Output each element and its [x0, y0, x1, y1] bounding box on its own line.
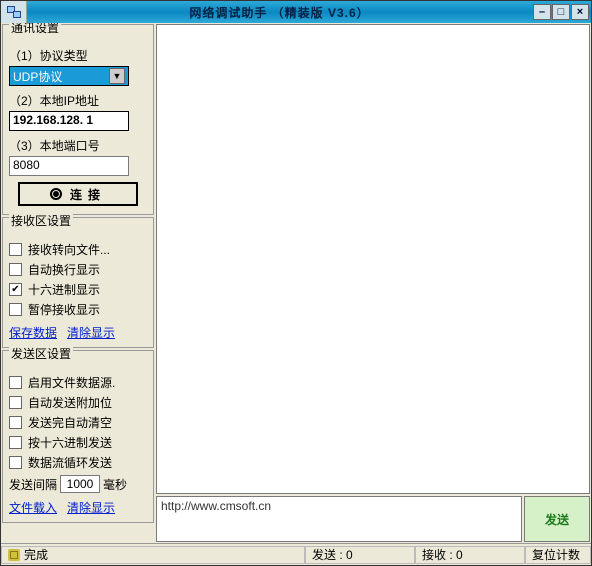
recv-pause-checkbox[interactable]: [9, 303, 22, 316]
send-filesrc-label: 启用文件数据源.: [28, 374, 115, 391]
recv-hex-checkbox[interactable]: ✔: [9, 283, 22, 296]
recv-settings-group: 接收区设置 接收转向文件... 自动换行显示 ✔十六进制显示 暂停接收显示 保存…: [2, 217, 154, 348]
app-icon-box: [1, 1, 27, 23]
recv-hex-label: 十六进制显示: [28, 281, 100, 298]
status-send-seg: 发送 : 0: [305, 546, 415, 564]
send-autoappend-label: 自动发送附加位: [28, 394, 112, 411]
status-recv-seg: 接收 : 0: [415, 546, 525, 564]
recv-tofile-label: 接收转向文件...: [28, 241, 110, 258]
status-reset-button[interactable]: 复位计数: [525, 546, 591, 564]
minimize-button[interactable]: –: [533, 4, 551, 20]
recv-save-link[interactable]: 保存数据: [9, 326, 57, 340]
title-bar[interactable]: 网络调试助手 （精装版 V3.6） – □ ×: [1, 1, 591, 23]
send-clear-link[interactable]: 清除显示: [67, 501, 115, 515]
send-hex-checkbox[interactable]: [9, 436, 22, 449]
send-loadfile-link[interactable]: 文件载入: [9, 501, 57, 515]
send-button[interactable]: 发送: [524, 496, 590, 542]
recv-textarea[interactable]: [156, 24, 590, 494]
interval-suffix: 毫秒: [103, 476, 127, 493]
comm-group-title: 通讯设置: [9, 23, 61, 36]
network-icon: [7, 6, 21, 18]
send-hex-label: 按十六进制发送: [28, 434, 112, 451]
record-icon: [50, 188, 62, 200]
send-loop-label: 数据流循环发送: [28, 454, 112, 471]
protocol-label: （1）协议类型: [9, 47, 147, 64]
connect-button[interactable]: 连接: [18, 182, 138, 206]
left-panel: 通讯设置 （1）协议类型 UDP协议 ▼ （2）本地IP地址 192.168.1…: [2, 24, 154, 542]
protocol-value: UDP协议: [13, 68, 109, 85]
status-ready-seg: 完成: [1, 546, 305, 564]
ip-label: （2）本地IP地址: [9, 92, 147, 109]
send-autoappend-checkbox[interactable]: [9, 396, 22, 409]
send-autoclear-checkbox[interactable]: [9, 416, 22, 429]
recv-clear-link[interactable]: 清除显示: [67, 326, 115, 340]
interval-input[interactable]: [60, 475, 100, 493]
send-autoclear-label: 发送完自动清空: [28, 414, 112, 431]
status-ready: 完成: [24, 546, 48, 563]
recv-autowrap-checkbox[interactable]: [9, 263, 22, 276]
recv-autowrap-label: 自动换行显示: [28, 261, 100, 278]
chevron-down-icon: ▼: [109, 68, 125, 84]
window-title: 网络调试助手 （精装版 V3.6）: [27, 4, 532, 21]
send-filesrc-checkbox[interactable]: [9, 376, 22, 389]
connect-label: 连接: [70, 186, 106, 203]
port-label: （3）本地端口号: [9, 137, 147, 154]
send-settings-group: 发送区设置 启用文件数据源. 自动发送附加位 发送完自动清空 按十六进制发送 数…: [2, 350, 154, 523]
app-window: 网络调试助手 （精装版 V3.6） – □ × 通讯设置 （1）协议类型 UDP…: [0, 0, 592, 566]
send-group-title: 发送区设置: [9, 345, 73, 362]
recv-group-title: 接收区设置: [9, 212, 73, 229]
status-bar: 完成 发送 : 0 接收 : 0 复位计数: [1, 543, 591, 565]
protocol-select[interactable]: UDP协议 ▼: [9, 66, 129, 86]
window-body: 通讯设置 （1）协议类型 UDP协议 ▼ （2）本地IP地址 192.168.1…: [1, 23, 591, 543]
maximize-button[interactable]: □: [552, 4, 570, 20]
ip-input[interactable]: 192.168.128. 1: [9, 111, 129, 131]
port-input[interactable]: 8080: [9, 156, 129, 176]
right-panel: http://www.cmsoft.cn 发送: [156, 24, 590, 542]
close-button[interactable]: ×: [571, 4, 589, 20]
recv-pause-label: 暂停接收显示: [28, 301, 100, 318]
send-loop-checkbox[interactable]: [9, 456, 22, 469]
comm-settings-group: 通讯设置 （1）协议类型 UDP协议 ▼ （2）本地IP地址 192.168.1…: [2, 24, 154, 215]
interval-prefix: 发送间隔: [9, 476, 57, 493]
ready-icon: [8, 549, 20, 561]
recv-tofile-checkbox[interactable]: [9, 243, 22, 256]
send-textarea[interactable]: http://www.cmsoft.cn: [156, 496, 522, 542]
